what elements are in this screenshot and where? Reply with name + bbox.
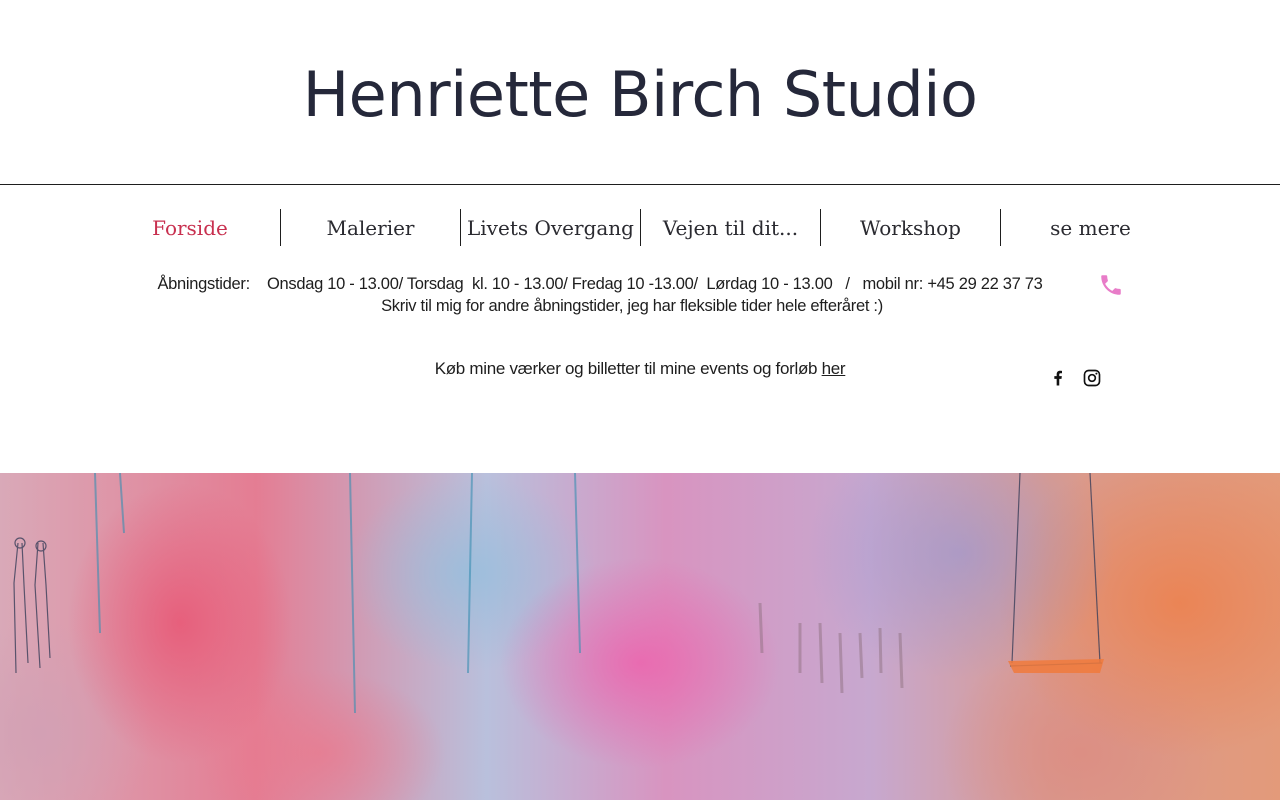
nav-item-forside[interactable]: Forside: [100, 209, 280, 246]
social-bar: [1048, 368, 1102, 388]
nav-item-se-mere[interactable]: se mere: [1000, 209, 1180, 246]
shop-text: Køb mine værker og billetter til mine ev…: [434, 359, 822, 378]
flexible-hours-text: Skriv til mig for andre åbningstider, je…: [381, 297, 883, 315]
phone-icon[interactable]: [1098, 272, 1124, 298]
main-nav: Forside Malerier Livets Overgang Vejen t…: [100, 209, 1180, 246]
nav-item-workshop[interactable]: Workshop: [820, 209, 1000, 246]
opening-hours-text: Åbningstider: Onsdag 10 - 13.00/ Torsdag…: [157, 275, 1043, 293]
nav-item-livets-overgang[interactable]: Livets Overgang: [460, 209, 640, 246]
hero-painting: [0, 473, 1280, 800]
shop-link[interactable]: her: [822, 359, 846, 378]
nav-item-malerier[interactable]: Malerier: [280, 209, 460, 246]
painting-strokes: [13, 473, 1104, 714]
header-divider: [0, 184, 1280, 185]
instagram-icon[interactable]: [1082, 368, 1102, 388]
facebook-icon[interactable]: [1048, 368, 1068, 388]
site-title[interactable]: Henriette Birch Studio: [0, 58, 1280, 132]
opening-hours: Åbningstider: Onsdag 10 - 13.00/ Torsdag…: [0, 273, 1280, 317]
nav-item-vejen-til-dit[interactable]: Vejen til dit...: [640, 209, 820, 246]
